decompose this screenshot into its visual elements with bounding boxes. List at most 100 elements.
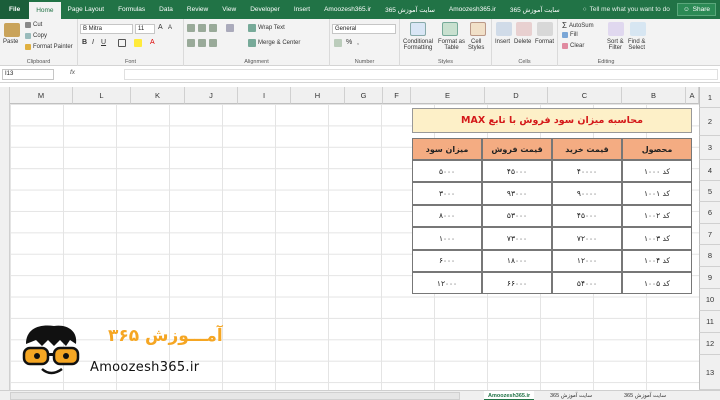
share-button[interactable]: ☺ Share xyxy=(677,3,716,16)
wrap-text-button[interactable]: Wrap Text xyxy=(248,24,285,32)
table-cell[interactable]: کد ۱۰۰۳ xyxy=(622,227,692,250)
table-cell[interactable]: ۹۰۰۰۰ xyxy=(552,182,622,205)
borders-button[interactable] xyxy=(118,39,126,47)
underline-button[interactable]: U xyxy=(101,39,106,46)
grow-font-button[interactable]: A xyxy=(158,24,163,31)
fill-color-button[interactable] xyxy=(134,39,142,47)
table-cell[interactable]: کد ۱۰۰۰ xyxy=(622,160,692,183)
table-cell[interactable]: ۷۳۰۰۰ xyxy=(482,227,552,250)
align-right-button[interactable] xyxy=(209,39,217,47)
row-header-7[interactable]: 7 xyxy=(699,224,720,245)
align-top-button[interactable] xyxy=(187,24,195,32)
table-cell[interactable]: ۱۲۰۰۰ xyxy=(412,272,482,295)
format-as-table-button[interactable]: Format as Table xyxy=(438,39,465,51)
percent-button[interactable]: % xyxy=(346,39,352,46)
bold-button[interactable]: B xyxy=(82,39,87,46)
merge-center-button[interactable]: Merge & Center xyxy=(248,39,300,47)
row-header-1[interactable]: 1 xyxy=(699,87,720,108)
cut-button[interactable]: Cut xyxy=(25,22,42,28)
format-cells-button[interactable]: Format xyxy=(535,39,554,45)
comma-button[interactable]: , xyxy=(357,39,359,46)
column-header-k[interactable]: K xyxy=(131,87,185,104)
table-cell[interactable]: ۱۸۰۰۰ xyxy=(482,249,552,272)
number-format-select[interactable]: General xyxy=(332,24,396,34)
align-center-button[interactable] xyxy=(198,39,206,47)
sheet-tab-1[interactable]: Amoozesh365.ir xyxy=(484,391,535,400)
table-cell[interactable]: ۵۴۰۰۰ xyxy=(552,272,622,295)
row-header-13[interactable]: 13 xyxy=(699,355,720,390)
column-header-f[interactable]: F xyxy=(383,87,411,104)
insert-cells-button[interactable]: Insert xyxy=(495,39,510,45)
italic-button[interactable]: I xyxy=(92,39,94,46)
row-header-3[interactable]: 3 xyxy=(699,136,720,160)
autosum-button[interactable]: Σ AutoSum xyxy=(562,21,594,30)
row-header-11[interactable]: 11 xyxy=(699,311,720,333)
tab-view[interactable]: View xyxy=(215,0,243,19)
clear-button[interactable]: Clear xyxy=(562,43,584,49)
table-header[interactable]: میزان سود xyxy=(412,138,482,160)
column-header-a[interactable]: A xyxy=(686,87,699,104)
horizontal-scrollbar[interactable] xyxy=(10,392,460,400)
column-header-j[interactable]: J xyxy=(185,87,238,104)
formula-input[interactable] xyxy=(124,69,718,80)
row-header-4[interactable]: 4 xyxy=(699,160,720,181)
table-cell[interactable]: ۴۵۰۰۰ xyxy=(482,160,552,183)
name-box[interactable]: I13 xyxy=(2,69,54,80)
row-header-9[interactable]: 9 xyxy=(699,267,720,289)
table-cell[interactable]: ۵۳۰۰۰ xyxy=(482,204,552,228)
column-header-e[interactable]: E xyxy=(411,87,485,104)
format-painter-button[interactable]: Format Painter xyxy=(25,44,73,50)
row-header-5[interactable]: 5 xyxy=(699,181,720,202)
fx-icon[interactable]: fx xyxy=(70,69,75,76)
paste-button[interactable]: Paste xyxy=(3,39,18,45)
tab-insert[interactable]: Insert xyxy=(287,0,317,19)
table-cell[interactable]: کد ۱۰۰۱ xyxy=(622,182,692,205)
shrink-font-button[interactable]: A xyxy=(168,25,172,31)
table-cell[interactable]: ۴۰۰۰۰ xyxy=(552,160,622,183)
currency-button[interactable] xyxy=(334,39,342,47)
table-cell[interactable]: کد ۱۰۰۲ xyxy=(622,204,692,228)
table-cell[interactable]: کد ۱۰۰۵ xyxy=(622,272,692,295)
tab-custom-2[interactable]: سایت آموزش 365 xyxy=(378,0,442,19)
tab-review[interactable]: Review xyxy=(180,0,215,19)
table-cell[interactable]: ۷۲۰۰۰ xyxy=(552,227,622,250)
sheet-tab-3[interactable]: سایت آموزش 365 xyxy=(620,391,670,400)
table-cell[interactable]: ۱۲۰۰۰ xyxy=(552,249,622,272)
align-middle-button[interactable] xyxy=(198,24,206,32)
find-select-button[interactable]: Find & Select xyxy=(628,39,645,51)
vertical-scrollbar[interactable] xyxy=(0,87,10,390)
sort-filter-button[interactable]: Sort & Filter xyxy=(607,39,624,51)
table-cell[interactable]: ۵۰۰۰ xyxy=(412,160,482,183)
fill-button[interactable]: Fill xyxy=(562,32,578,38)
table-header[interactable]: محصول xyxy=(622,138,692,160)
conditional-formatting-button[interactable]: Conditional Formatting xyxy=(403,39,433,51)
table-cell[interactable]: ۴۵۰۰۰ xyxy=(552,204,622,228)
row-header-8[interactable]: 8 xyxy=(699,245,720,267)
tab-data[interactable]: Data xyxy=(152,0,180,19)
column-header-c[interactable]: C xyxy=(548,87,622,104)
row-header-6[interactable]: 6 xyxy=(699,202,720,224)
column-header-d[interactable]: D xyxy=(485,87,548,104)
table-title[interactable]: محاسبه میزان سود فروش با تابع MAX xyxy=(412,108,692,133)
tab-page-layout[interactable]: Page Layout xyxy=(61,0,112,19)
tab-developer[interactable]: Developer xyxy=(243,0,287,19)
tab-formulas[interactable]: Formulas xyxy=(111,0,152,19)
table-cell[interactable]: ۳۰۰۰ xyxy=(412,182,482,205)
tab-file[interactable]: File xyxy=(0,0,30,19)
row-header-12[interactable]: 12 xyxy=(699,333,720,355)
align-left-button[interactable] xyxy=(187,39,195,47)
copy-button[interactable]: Copy xyxy=(25,33,47,39)
table-cell[interactable]: ۱۰۰۰ xyxy=(412,227,482,250)
cell-styles-button[interactable]: Cell Styles xyxy=(468,39,484,51)
row-header-10[interactable]: 10 xyxy=(699,289,720,311)
table-cell[interactable]: ۶۰۰۰ xyxy=(412,249,482,272)
tab-custom-1[interactable]: Amoozesh365.ir xyxy=(317,0,378,19)
column-header-m[interactable]: M xyxy=(10,87,73,104)
row-header-2[interactable]: 2 xyxy=(699,108,720,136)
column-header-b[interactable]: B xyxy=(622,87,686,104)
column-header-l[interactable]: L xyxy=(73,87,131,104)
column-header-i[interactable]: I xyxy=(238,87,291,104)
table-cell[interactable]: ۸۰۰۰ xyxy=(412,204,482,228)
table-header[interactable]: قیمت خرید xyxy=(552,138,622,160)
font-size-select[interactable]: 11 xyxy=(135,24,155,34)
